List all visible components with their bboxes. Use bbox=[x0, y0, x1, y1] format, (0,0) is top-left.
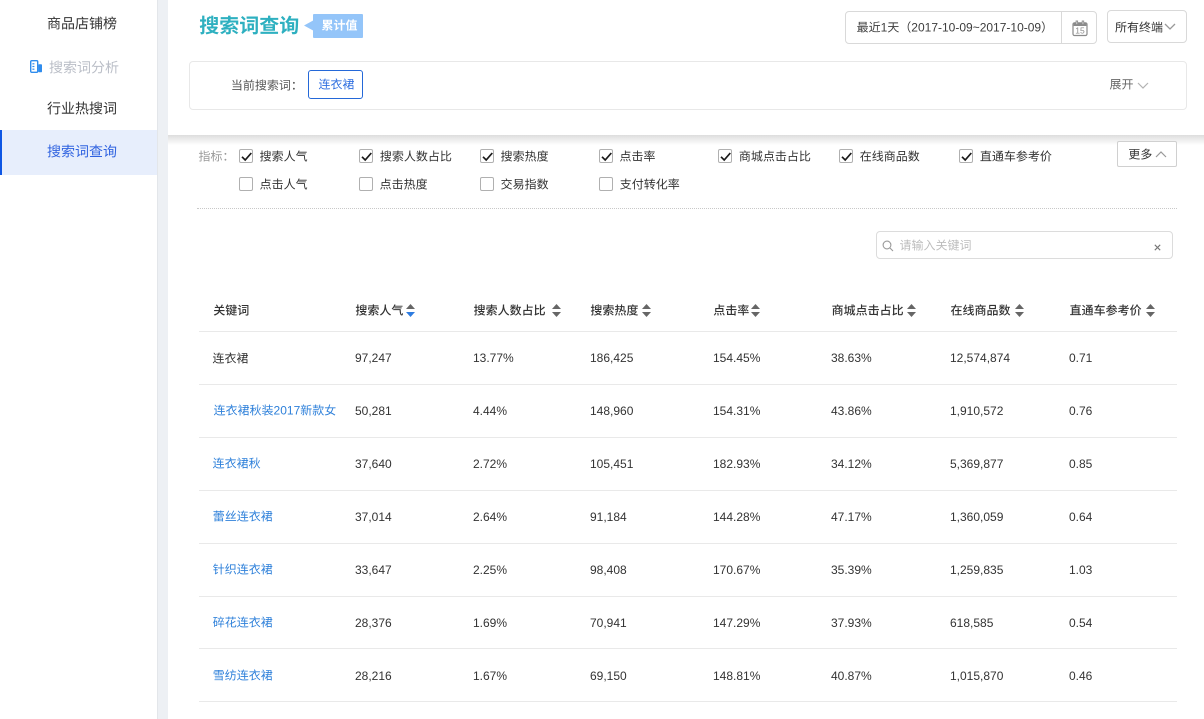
svg-text:15: 15 bbox=[1075, 26, 1085, 36]
svg-text:1: 1 bbox=[881, 21, 888, 35]
svg-text:2017-10-09~2017-10-09: 2017-10-09~2017-10-09 bbox=[911, 21, 1041, 35]
svg-text:2017: 2017 bbox=[274, 404, 301, 418]
